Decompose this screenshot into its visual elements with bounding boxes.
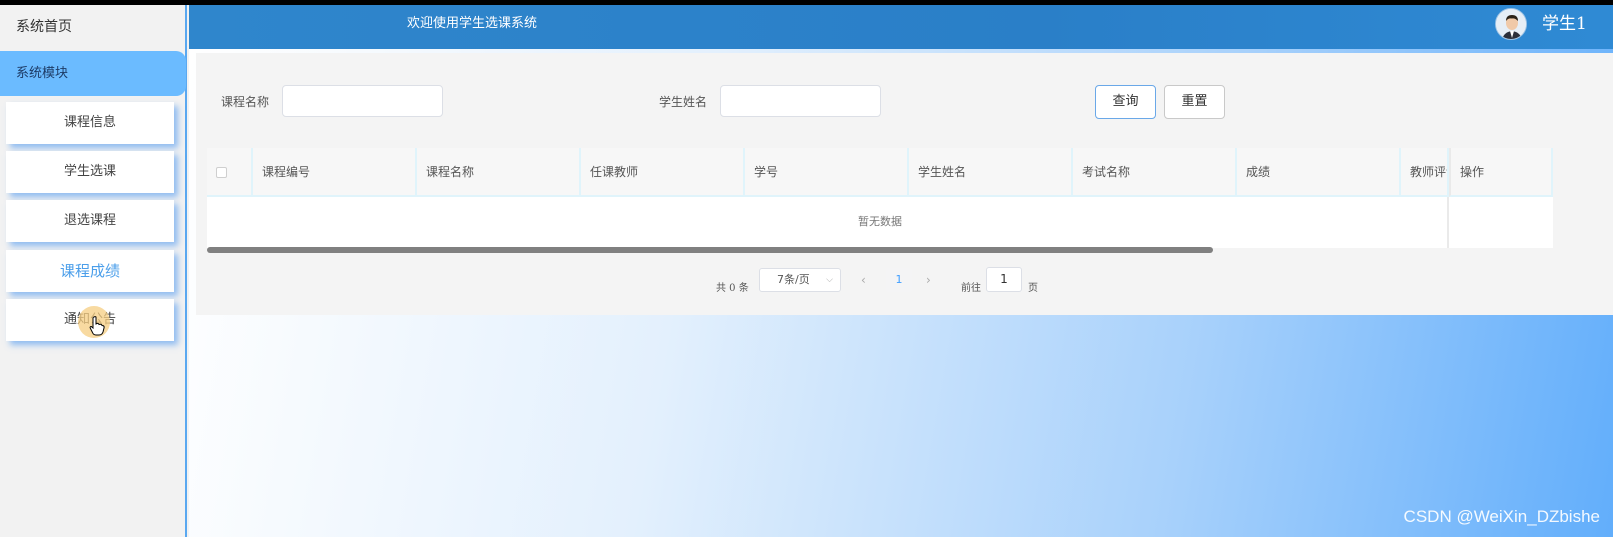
- goto-page-input[interactable]: 1: [986, 267, 1022, 292]
- sidebar-item-course-selection[interactable]: 学生选课: [6, 151, 174, 193]
- column-header-student-id[interactable]: 学号: [745, 148, 909, 197]
- column-header-actions[interactable]: 操作: [1449, 148, 1553, 197]
- pagination-total: 共 0 条: [716, 283, 749, 294]
- page-suffix: 页: [1028, 283, 1038, 294]
- goto-label: 前往: [961, 283, 981, 294]
- user-avatar[interactable]: [1495, 8, 1527, 40]
- sidebar-home-link[interactable]: 系统首页: [0, 5, 187, 49]
- column-header-course-name[interactable]: 课程名称: [417, 148, 581, 197]
- grades-table: 课程编号 课程名称 任课教师 学号 学生姓名 考试名称 成绩 教师评语 操作 暂…: [207, 148, 1553, 248]
- sidebar-item-course-info[interactable]: 课程信息: [6, 102, 174, 144]
- app-screen: 系统首页 系统模块 课程信息 学生选课 退选课程 课程成绩 通知公告 欢迎使用学…: [0, 5, 1613, 537]
- grades-panel: 课程名称 学生姓名 查询 重置 课程编号 课程名称 任课教师 学号 学生姓名 考…: [196, 53, 1613, 315]
- column-header-student-name[interactable]: 学生姓名: [909, 148, 1073, 197]
- avatar-person-icon: [1496, 9, 1526, 39]
- sidebar: 系统首页 系统模块 课程信息 学生选课 退选课程 课程成绩 通知公告: [0, 5, 187, 537]
- page-size-select[interactable]: 7条/页 ⌵: [759, 268, 841, 292]
- select-all-checkbox[interactable]: [216, 167, 227, 178]
- chevron-down-icon: ⌵: [826, 275, 833, 285]
- query-button[interactable]: 查询: [1095, 85, 1156, 119]
- prev-page-icon[interactable]: ‹: [861, 273, 866, 287]
- student-name-input[interactable]: [720, 85, 881, 117]
- reset-button[interactable]: 重置: [1164, 85, 1225, 119]
- top-header: 欢迎使用学生选课系统 学生1: [189, 5, 1613, 49]
- course-name-input[interactable]: [282, 85, 443, 117]
- column-header-score[interactable]: 成绩: [1237, 148, 1401, 197]
- column-header-course-id[interactable]: 课程编号: [253, 148, 417, 197]
- empty-table-message: 暂无数据: [858, 215, 902, 228]
- select-all-header: [207, 148, 253, 197]
- horizontal-scrollbar[interactable]: [207, 247, 1213, 253]
- main-content: 课程名称 学生姓名 查询 重置 课程编号 课程名称 任课教师 学号 学生姓名 考…: [189, 49, 1613, 537]
- page-number-current[interactable]: 1: [886, 268, 912, 292]
- hand-cursor-icon: [89, 316, 105, 336]
- column-header-exam-name[interactable]: 考试名称: [1073, 148, 1237, 197]
- page-size-value: 7条/页: [777, 273, 810, 286]
- watermark: CSDN @WeiXin_DZbishe: [1403, 507, 1600, 526]
- column-header-teacher[interactable]: 任课教师: [581, 148, 745, 197]
- header-title: 欢迎使用学生选课系统: [407, 16, 538, 31]
- sidebar-item-course-grades[interactable]: 课程成绩: [6, 250, 174, 292]
- column-header-teacher-comment[interactable]: 教师评语: [1401, 148, 1449, 197]
- student-name-label: 学生姓名: [659, 95, 708, 109]
- user-name[interactable]: 学生1: [1542, 5, 1587, 43]
- sidebar-item-course-withdraw[interactable]: 退选课程: [6, 200, 174, 242]
- course-name-label: 课程名称: [221, 95, 270, 109]
- fixed-actions-column: [1447, 197, 1553, 248]
- next-page-icon[interactable]: ›: [926, 273, 931, 287]
- sidebar-module-header[interactable]: 系统模块: [0, 51, 186, 96]
